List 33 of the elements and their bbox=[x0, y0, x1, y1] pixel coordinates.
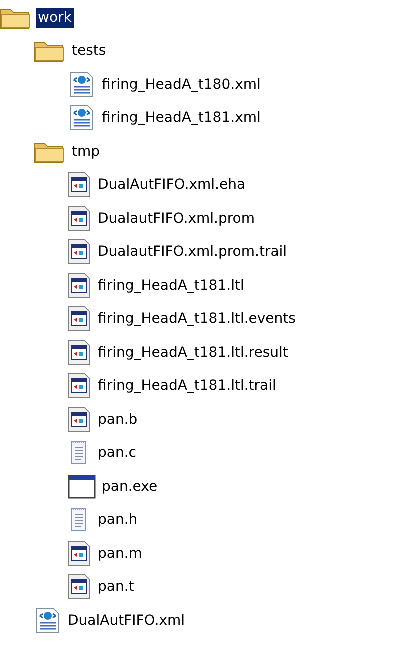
application-file-icon bbox=[68, 373, 92, 400]
tree-item-label[interactable]: firing_HeadA_t181.ltl.events bbox=[96, 309, 298, 330]
tree-item-label[interactable]: pan.c bbox=[96, 443, 138, 464]
tree-item-label[interactable]: DualautFIFO.xml.prom bbox=[96, 208, 258, 229]
xml-document-icon bbox=[68, 104, 96, 132]
application-file-icon bbox=[68, 540, 92, 567]
application-file-icon bbox=[68, 306, 92, 332]
tree-item-label[interactable]: firing_HeadA_t181.ltl bbox=[96, 276, 246, 296]
application-file-icon bbox=[68, 340, 92, 366]
tree-item-label[interactable]: pan.m bbox=[96, 544, 144, 564]
application-file-icon bbox=[68, 272, 92, 299]
tree-item-label[interactable]: tests bbox=[70, 41, 108, 62]
tree-item-label[interactable]: firing_HeadA_t180.xml bbox=[100, 74, 263, 95]
tree-item-label[interactable]: DualAutFIFO.xml.eha bbox=[96, 175, 248, 196]
application-file-icon bbox=[68, 574, 92, 600]
application-file-icon bbox=[68, 172, 92, 198]
tree-item-label[interactable]: firing_HeadA_t181.ltl.result bbox=[96, 342, 290, 363]
tree-item-label[interactable]: pan.exe bbox=[100, 476, 160, 497]
xml-document-icon bbox=[68, 70, 96, 99]
xml-document-icon bbox=[34, 606, 62, 635]
application-file-icon bbox=[68, 239, 92, 266]
tree-item-label[interactable]: work bbox=[36, 8, 74, 28]
tree-item-label[interactable]: pan.b bbox=[96, 410, 140, 430]
tree-item-label[interactable]: firing_HeadA_t181.ltl.trail bbox=[96, 376, 278, 396]
tree-item-label[interactable]: pan.t bbox=[96, 577, 136, 598]
application-file-icon bbox=[68, 206, 92, 232]
tree-item-label[interactable]: tmp bbox=[70, 142, 102, 162]
tree-item-label[interactable]: DualAutFIFO.xml bbox=[66, 610, 188, 631]
program-window-icon bbox=[68, 474, 96, 500]
tree-item-label[interactable]: pan.h bbox=[96, 510, 140, 530]
tree-item-label[interactable]: DualautFIFO.xml.prom.trail bbox=[96, 242, 290, 262]
tree-item-label[interactable]: firing_HeadA_t181.xml bbox=[100, 108, 263, 128]
application-file-icon bbox=[68, 406, 92, 433]
